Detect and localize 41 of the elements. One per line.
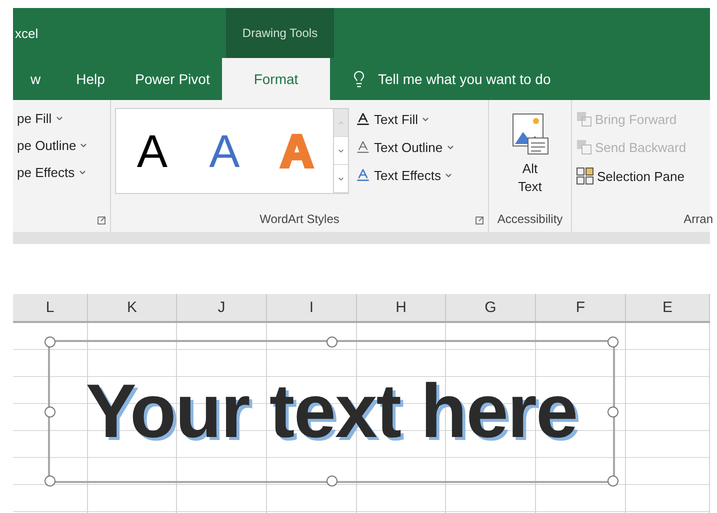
tell-me-search[interactable]: Tell me what you want to do	[378, 71, 551, 87]
caret-icon	[79, 141, 88, 150]
column-header[interactable]: F	[536, 294, 626, 321]
selection-pane-icon	[576, 167, 594, 185]
wordart-style[interactable]: A	[188, 109, 261, 193]
ribbon-tab[interactable]: Power Pivot	[123, 58, 222, 100]
wordart-text: Your text here	[86, 368, 578, 455]
ribbon-tab[interactable]: Help	[58, 58, 123, 100]
stacked-squares-icon	[576, 111, 592, 127]
app-title: xcel	[14, 24, 40, 42]
shape-style-command[interactable]: pe Effects	[17, 165, 88, 180]
group-label: Arran	[684, 212, 713, 228]
group-label: WordArt Styles	[260, 212, 340, 228]
text-format-command[interactable]: Text Effects	[355, 167, 455, 183]
caret-icon	[78, 168, 87, 177]
alt-text-button[interactable]: Alt Text	[495, 108, 565, 212]
column-header[interactable]: E	[626, 294, 710, 321]
wordart-style[interactable]: A	[116, 109, 188, 193]
picture-text-icon	[510, 112, 550, 156]
column-header[interactable]: J	[177, 294, 267, 321]
column-header[interactable]: H	[357, 294, 446, 321]
caret-icon	[54, 114, 64, 123]
ribbon-tab[interactable]: Format	[222, 58, 330, 100]
contextual-tab-group: Drawing Tools	[226, 8, 334, 58]
column-header[interactable]: I	[267, 294, 357, 321]
group-label: Accessibility	[497, 212, 563, 228]
shape-style-command[interactable]: pe Outline	[17, 138, 88, 153]
column-header[interactable]: K	[88, 294, 177, 321]
dialog-launcher-icon[interactable]	[475, 216, 484, 225]
column-header[interactable]: G	[446, 294, 536, 321]
letter-underline-icon	[355, 139, 371, 155]
text-format-command[interactable]: Text Fill	[355, 111, 455, 127]
dialog-launcher-icon[interactable]	[97, 216, 106, 225]
letter-glow-icon	[355, 167, 371, 183]
text-format-command[interactable]: Text Outline	[355, 139, 455, 155]
ribbon-tab[interactable]: w	[13, 58, 58, 100]
column-header[interactable]: L	[13, 294, 88, 321]
arrange-command[interactable]: Selection Pane	[576, 167, 686, 185]
letter-underline-icon	[355, 111, 371, 127]
stacked-squares-icon	[576, 139, 592, 155]
shape-style-command[interactable]: pe Fill	[17, 111, 88, 126]
